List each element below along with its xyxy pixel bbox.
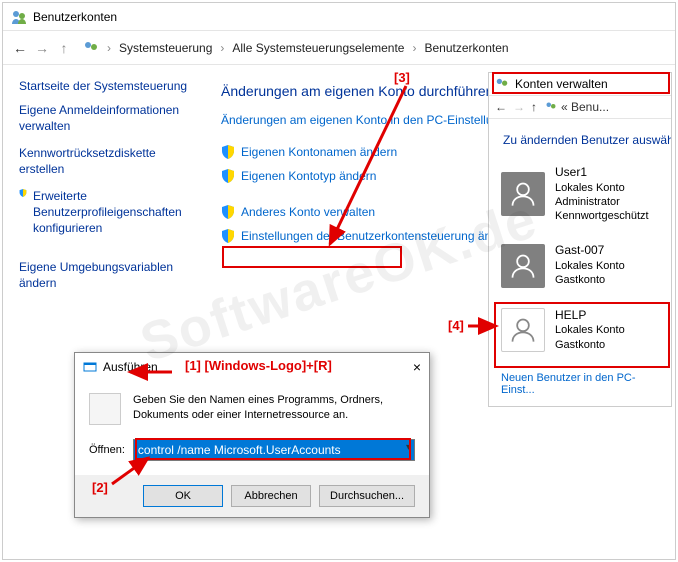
run-title: Ausführen	[103, 360, 158, 374]
breadcrumb[interactable]: › Systemsteuerung › Alle Systemsteuerung…	[83, 40, 509, 56]
avatar-icon	[501, 244, 545, 288]
panel-breadcrumb[interactable]: « Benu...	[561, 100, 609, 114]
window-title: Benutzerkonten	[33, 10, 117, 24]
forward-button[interactable]: →	[31, 37, 53, 59]
sidebar-link-env-vars[interactable]: Eigene Umgebungsvariablen ändern	[19, 260, 191, 291]
shield-icon	[19, 189, 27, 203]
add-user-link[interactable]: Neuen Benutzer in den PC-Einst...	[489, 362, 671, 406]
run-icon	[83, 360, 97, 374]
panel-heading: Zu ändernden Benutzer auswählen	[489, 119, 671, 155]
user-meta: HELP Lokales Konto Gastkonto	[555, 308, 625, 352]
open-label: Öffnen:	[89, 444, 125, 456]
users-icon	[495, 77, 509, 91]
shield-icon	[221, 205, 235, 219]
cancel-button[interactable]: Abbrechen	[231, 485, 311, 507]
avatar-icon	[501, 172, 545, 216]
navbar: ← → ↑ › Systemsteuerung › Alle Systemste…	[3, 31, 675, 65]
run-program-icon	[89, 393, 121, 425]
sidebar-link-credentials[interactable]: Eigene Anmeldeinformationen verwalten	[19, 103, 191, 134]
sidebar: Startseite der Systemsteuerung Eigene An…	[3, 65, 203, 317]
user-meta: Gast-007 Lokales Konto Gastkonto	[555, 243, 625, 287]
run-input[interactable]	[133, 439, 415, 461]
bc-0[interactable]: Systemsteuerung	[119, 41, 212, 55]
shield-icon	[221, 145, 235, 159]
up-button[interactable]: ↑	[53, 37, 75, 59]
users-icon	[545, 101, 557, 113]
shield-icon	[221, 229, 235, 243]
manage-accounts-panel: Konten verwalten ← → ↑ « Benu... Zu ände…	[488, 72, 672, 407]
panel-title: Konten verwalten	[515, 77, 608, 91]
back-button[interactable]: ←	[495, 100, 507, 114]
bc-1[interactable]: Alle Systemsteuerungselemente	[232, 41, 404, 55]
chevron-right-icon: ›	[412, 41, 416, 55]
panel-nav: ← → ↑ « Benu...	[489, 96, 671, 119]
titlebar: Benutzerkonten	[3, 3, 675, 31]
forward-button[interactable]: →	[513, 100, 525, 114]
sidebar-home-link[interactable]: Startseite der Systemsteuerung	[19, 79, 191, 93]
avatar-icon	[501, 308, 545, 352]
user-tile-help[interactable]: HELP Lokales Konto Gastkonto	[489, 298, 671, 362]
panel-titlebar: Konten verwalten	[489, 73, 671, 96]
sidebar-link-adv-profile[interactable]: Erweiterte Benutzerprofileigenschaften k…	[33, 189, 191, 236]
up-button[interactable]: ↑	[531, 100, 537, 114]
run-titlebar: Ausführen ×	[75, 353, 429, 381]
close-icon[interactable]: ×	[413, 359, 421, 375]
browse-button[interactable]: Durchsuchen...	[319, 485, 415, 507]
chevron-down-icon[interactable]: ▾	[406, 442, 411, 453]
ok-button[interactable]: OK	[143, 485, 223, 507]
user-meta: User1 Lokales Konto Administrator Kennwo…	[555, 165, 649, 223]
user-tile-user1[interactable]: User1 Lokales Konto Administrator Kennwo…	[489, 155, 671, 233]
shield-icon	[221, 169, 235, 183]
back-button[interactable]: ←	[9, 37, 31, 59]
users-icon	[83, 40, 99, 56]
sidebar-link-reset-disk[interactable]: Kennwortrücksetzdiskette erstellen	[19, 146, 191, 177]
bc-2[interactable]: Benutzerkonten	[424, 41, 508, 55]
user-tile-gast007[interactable]: Gast-007 Lokales Konto Gastkonto	[489, 233, 671, 297]
run-dialog: Ausführen × Geben Sie den Namen eines Pr…	[74, 352, 430, 518]
chevron-right-icon: ›	[220, 41, 224, 55]
users-icon	[11, 9, 27, 25]
chevron-right-icon: ›	[107, 41, 111, 55]
run-description: Geben Sie den Namen eines Programms, Ord…	[133, 393, 415, 425]
